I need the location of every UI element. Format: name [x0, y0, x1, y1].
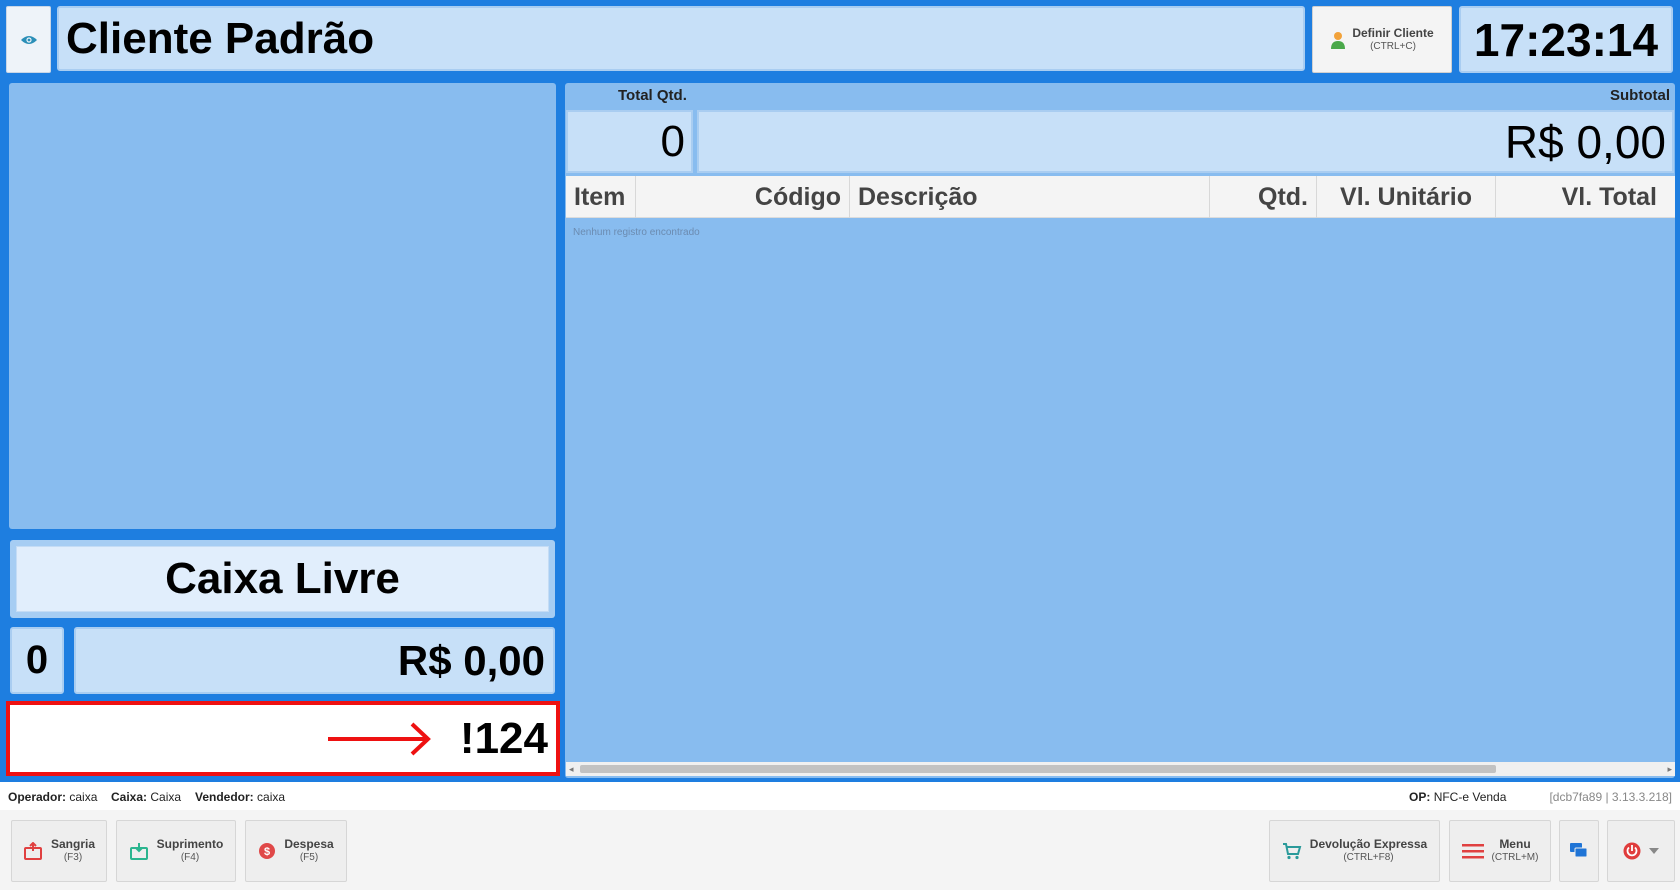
svg-text:$: $	[264, 846, 270, 858]
version-info: [dcb7fa89 | 3.13.3.218]	[1549, 790, 1672, 804]
total-qtd-label: Total Qtd.	[618, 87, 687, 104]
column-descricao[interactable]: Descrição	[850, 176, 1210, 218]
suprimento-button[interactable]: Suprimento (F4)	[116, 820, 236, 882]
product-code-input[interactable]	[452, 713, 548, 764]
subtotal-value: R$ 0,00	[697, 110, 1674, 173]
column-qtd[interactable]: Qtd.	[1210, 176, 1317, 218]
coin-icon: $	[258, 842, 276, 860]
chat-button[interactable]	[1559, 820, 1599, 882]
hamburger-menu-icon	[1461, 843, 1484, 859]
despesa-button[interactable]: $ Despesa (F5)	[245, 820, 347, 882]
sangria-button[interactable]: Sangria (F3)	[11, 820, 107, 882]
money-tray-in-icon	[129, 842, 149, 860]
column-codigo[interactable]: Código	[636, 176, 850, 218]
define-client-label: Definir Cliente	[1352, 25, 1434, 40]
subtotal-label: Subtotal	[1610, 87, 1670, 104]
column-item[interactable]: Item	[566, 176, 636, 218]
total-qtd-value: 0	[566, 110, 693, 173]
money-bag-out-icon	[23, 842, 43, 860]
arrow-right-icon	[328, 721, 432, 757]
clock: 17:23:14	[1459, 6, 1673, 73]
product-image-panel	[9, 83, 556, 529]
toggle-view-button[interactable]	[6, 6, 51, 73]
column-vl-total[interactable]: Vl. Total	[1496, 176, 1675, 218]
devolucao-expressa-button[interactable]: Devolução Expressa (CTRL+F8)	[1269, 820, 1440, 882]
scrollbar-thumb[interactable]	[580, 765, 1496, 773]
scroll-left-icon[interactable]: ◂	[569, 762, 574, 776]
cashier-status-box: Caixa Livre	[10, 540, 555, 618]
status-bar: Operador: caixa Caixa: Caixa Vendedor: c…	[0, 782, 1680, 810]
op-info: OP: NFC-e Venda	[1409, 790, 1507, 804]
chat-icon	[1570, 843, 1588, 859]
power-icon	[1623, 842, 1641, 860]
define-client-button[interactable]: Definir Cliente (CTRL+C)	[1312, 6, 1452, 73]
column-vl-unitario[interactable]: Vl. Unitário	[1317, 176, 1496, 218]
item-count: 0	[10, 627, 64, 694]
caixa-info: Caixa: Caixa	[111, 790, 182, 804]
product-input-box[interactable]	[6, 701, 560, 776]
eye-icon	[20, 34, 38, 46]
vendedor-info: Vendedor: caixa	[195, 790, 286, 804]
menu-button[interactable]: Menu (CTRL+M)	[1449, 820, 1551, 882]
sale-total: R$ 0,00	[74, 627, 555, 694]
user-icon	[1330, 31, 1346, 49]
define-client-shortcut: (CTRL+C)	[1370, 40, 1416, 52]
client-name-display: Cliente Padrão	[57, 6, 1305, 71]
operador-info: Operador: caixa	[8, 790, 98, 804]
power-button[interactable]	[1607, 820, 1675, 882]
items-table-header: Item Código Descrição Qtd. Vl. Unitário …	[566, 176, 1675, 218]
cashier-status: Caixa Livre	[16, 546, 549, 612]
footer-toolbar: Sangria (F3) Suprimento (F4) $ Despesa (F5)…	[0, 810, 1680, 890]
empty-table-message: Nenhum registro encontrado	[573, 227, 700, 238]
scroll-right-icon[interactable]: ▸	[1667, 762, 1672, 776]
cart-icon	[1282, 842, 1302, 860]
caret-down-icon[interactable]	[1649, 848, 1659, 854]
horizontal-scrollbar[interactable]: ◂ ▸	[566, 762, 1675, 776]
